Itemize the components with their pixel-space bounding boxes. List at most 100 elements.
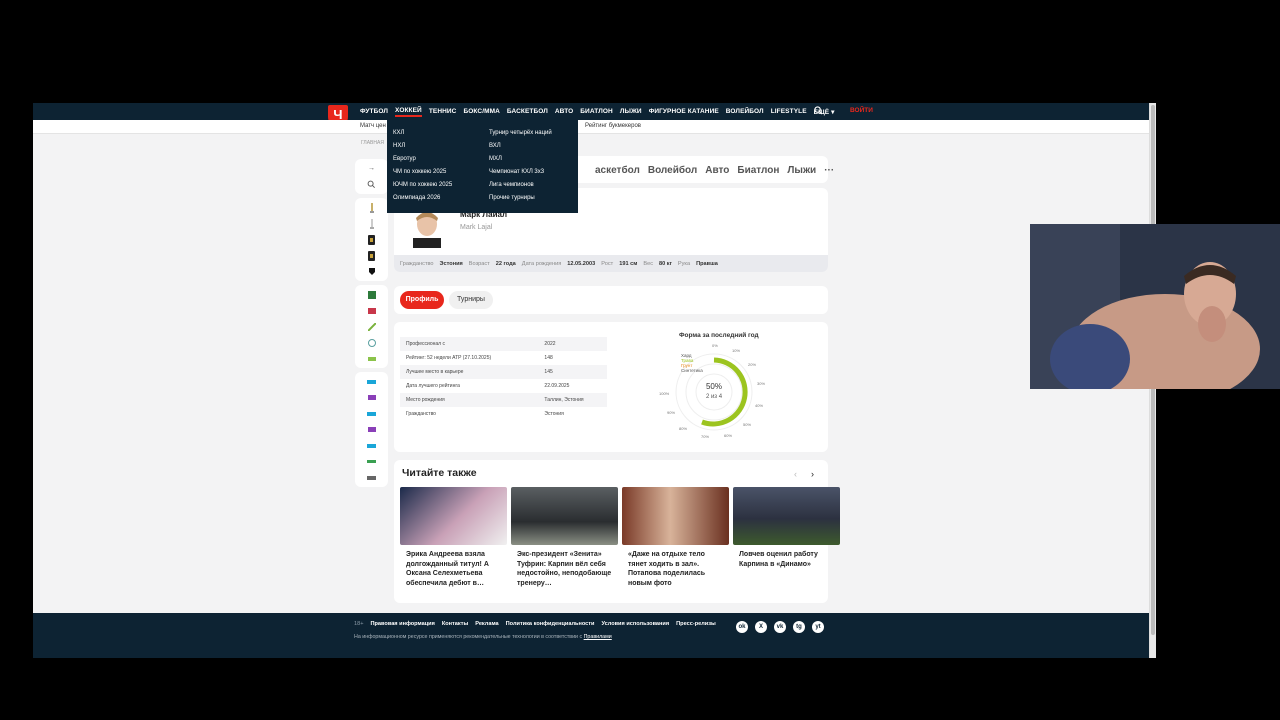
tournament-logo-icon[interactable] xyxy=(367,353,376,364)
dropdown-item[interactable]: Чемпионат КХЛ 3х3 xyxy=(489,169,552,176)
search-icon[interactable] xyxy=(814,106,823,115)
player-photo xyxy=(401,208,453,248)
table-row: Место рождения Таллин, Эстония xyxy=(400,393,607,407)
tournament-logo-icon[interactable] xyxy=(367,472,376,483)
tab-tournaments[interactable]: Турниры xyxy=(449,291,493,309)
chevron-right-icon[interactable]: › xyxy=(811,469,814,479)
dropdown-item[interactable]: Олимпиада 2026 xyxy=(393,195,452,202)
tab-profile[interactable]: Профиль xyxy=(400,291,444,309)
nav-item-figure-skating[interactable]: ФИГУРНОЕ КАТАНИЕ xyxy=(649,108,719,115)
wta-logo-icon[interactable] xyxy=(367,392,376,403)
nav-item-lifestyle[interactable]: LIFESTYLE xyxy=(771,108,807,115)
atp-logo-icon[interactable] xyxy=(367,376,376,387)
nav-item-ski[interactable]: ЛЫЖИ xyxy=(620,108,642,115)
atp-logo-icon[interactable] xyxy=(367,440,376,451)
dropdown-item[interactable]: КХЛ xyxy=(393,130,452,137)
rules-link[interactable]: Правилами xyxy=(584,634,612,640)
more-icon[interactable]: ··· xyxy=(824,165,834,176)
nav-item-biathlon[interactable]: БИАТЛОН xyxy=(580,108,613,115)
info-value: 191 см xyxy=(619,260,638,267)
wta-logo-icon[interactable] xyxy=(367,424,376,435)
login-button[interactable]: ВОЙТИ xyxy=(850,107,873,114)
nav-item-boxing[interactable]: БОКС/ММА xyxy=(463,108,499,115)
subnav-link-match-center[interactable]: Матч цен xyxy=(360,123,386,129)
nav-item-hockey[interactable]: ХОККЕЙ xyxy=(395,107,422,117)
dropdown-item[interactable]: НХЛ xyxy=(393,143,452,150)
news-headline[interactable]: Ловчев оценил работу Карпина в «Динамо» xyxy=(733,545,840,574)
stat-value: 2022 xyxy=(538,337,607,351)
subnav-link-bookmakers[interactable]: Рейтинг букмекеров xyxy=(585,123,641,129)
news-headline[interactable]: Экс-президент «Зенита» Туфрин: Карпин вё… xyxy=(511,545,618,593)
nav-item-auto[interactable]: АВТО xyxy=(555,108,573,115)
tournament-logo-icon[interactable] xyxy=(367,337,376,348)
dropdown-item[interactable]: Лига чемпионов xyxy=(489,182,552,189)
youtube-icon[interactable]: yt xyxy=(812,621,824,633)
dropdown-item[interactable]: МХЛ xyxy=(489,156,552,163)
footer-link[interactable]: Контакты xyxy=(442,621,468,627)
news-card[interactable]: Экс-президент «Зенита» Туфрин: Карпин вё… xyxy=(511,487,618,593)
nav-item-volleyball[interactable]: ВОЛЕЙБОЛ xyxy=(726,108,764,115)
tournament-logo-icon[interactable] xyxy=(367,250,376,261)
sport-tab[interactable]: Биатлон xyxy=(737,165,779,176)
chevron-down-icon: ▾ xyxy=(831,108,835,116)
info-value: 22 года xyxy=(495,260,516,267)
tournament-logo-icon[interactable] xyxy=(367,456,376,467)
tournament-logo-icon[interactable] xyxy=(367,234,376,245)
surface-label: Синтетика xyxy=(681,368,703,373)
dropdown-item[interactable]: ЮЧМ по хоккею 2025 xyxy=(393,182,452,189)
table-row: Рейтинг: 52 недели ATP (27.10.2025) 148 xyxy=(400,351,607,365)
trophy-icon[interactable] xyxy=(367,218,376,229)
radial-tick: 0% xyxy=(712,343,718,348)
footer-link[interactable]: Пресс-релизы xyxy=(676,621,716,627)
dropdown-item[interactable]: Турнир четырёх наций xyxy=(489,130,552,137)
x-icon[interactable]: X xyxy=(755,621,767,633)
radial-tick: 70% xyxy=(701,434,709,439)
stat-label: Дата лучшего рейтинга xyxy=(406,383,460,389)
sidebar-tournaments-3 xyxy=(355,372,388,487)
news-card[interactable]: «Даже на отдыхе тело тянет ходить в зал»… xyxy=(622,487,729,593)
radial-tick: 50% xyxy=(743,422,751,427)
form-wins: 2 из 4 xyxy=(706,394,723,400)
atp-logo-icon[interactable] xyxy=(367,408,376,419)
sport-tab[interactable]: аскетбол xyxy=(595,165,640,176)
sport-tab[interactable]: Волейбол xyxy=(648,165,697,176)
news-card[interactable]: Ловчев оценил работу Карпина в «Динамо» xyxy=(733,487,840,593)
stat-value: Таллин, Эстония xyxy=(538,393,607,407)
nav-item-football[interactable]: ФУТБОЛ xyxy=(360,108,388,115)
info-value: Правша xyxy=(696,260,718,267)
tournament-logo-icon[interactable] xyxy=(367,321,376,332)
profile-tabs: Профиль Турниры xyxy=(394,286,828,314)
nav-item-basketball[interactable]: БАСКЕТБОЛ xyxy=(507,108,548,115)
dropdown-item[interactable]: Прочие турниры xyxy=(489,195,552,202)
news-headline[interactable]: «Даже на отдыхе тело тянет ходить в зал»… xyxy=(622,545,729,593)
telegram-icon[interactable]: tg xyxy=(793,621,805,633)
footer-link[interactable]: Правовая информация xyxy=(371,621,435,627)
footer-link[interactable]: Политика конфиденциальности xyxy=(506,621,595,627)
sport-tab[interactable]: Лыжи xyxy=(787,165,816,176)
news-headline[interactable]: Эрика Андреева взяла долгожданный титул!… xyxy=(400,545,507,593)
search-icon[interactable] xyxy=(367,179,376,190)
footer-link[interactable]: Реклама xyxy=(475,621,498,627)
tournament-logo-icon[interactable] xyxy=(367,289,376,300)
dropdown-item[interactable]: ЧМ по хоккею 2025 xyxy=(393,169,452,176)
tournament-logo-icon[interactable] xyxy=(367,305,376,316)
dropdown-item[interactable]: Евротур xyxy=(393,156,452,163)
nav-item-tennis[interactable]: ТЕННИС xyxy=(429,108,457,115)
shield-logo-icon[interactable] xyxy=(367,266,376,277)
dropdown-item[interactable]: ВХЛ xyxy=(489,143,552,150)
info-label: Рост xyxy=(601,260,614,267)
breadcrumb[interactable]: ГЛАВНАЯ xyxy=(361,140,384,146)
vk-icon[interactable]: vk xyxy=(774,621,786,633)
chevron-left-icon[interactable]: ‹ xyxy=(794,469,797,479)
ok-icon[interactable]: ok xyxy=(736,621,748,633)
footer-note-text: На информационном ресурсе применяются ре… xyxy=(354,634,583,640)
news-card[interactable]: Эрика Андреева взяла долгожданный титул!… xyxy=(400,487,507,593)
arrow-right-icon[interactable]: → xyxy=(367,163,376,174)
info-value: 80 кг xyxy=(659,260,672,267)
footer-link[interactable]: Условия использования xyxy=(601,621,669,627)
form-chart-title: Форма за последний год xyxy=(679,332,759,339)
trophy-icon[interactable] xyxy=(367,202,376,213)
sport-tab[interactable]: Авто xyxy=(705,165,729,176)
sidebar-tournaments-2 xyxy=(355,285,388,368)
stat-label: Профессионал с xyxy=(400,337,539,351)
